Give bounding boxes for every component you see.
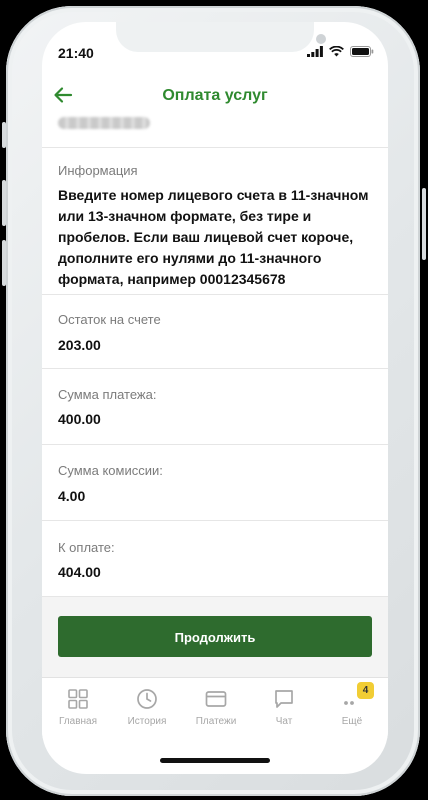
signal-icon xyxy=(307,46,323,57)
app-screen: 21:40 Оплата услуг Информация Введите но… xyxy=(42,22,388,774)
total-value: 404.00 xyxy=(58,564,101,580)
wifi-icon xyxy=(329,46,344,57)
continue-button[interactable]: Продолжить xyxy=(58,616,372,657)
balance-label: Остаток на счете xyxy=(58,312,161,327)
home-indicator xyxy=(160,758,270,763)
tab-label: История xyxy=(127,716,167,727)
tab-chat[interactable]: Чат xyxy=(249,688,319,727)
divider xyxy=(42,520,388,521)
divider xyxy=(42,444,388,445)
payment-amount-label: Сумма платежа: xyxy=(58,387,157,402)
divider xyxy=(42,294,388,295)
tab-bar: Главная История Платежи Чат 4 Ещё xyxy=(42,677,388,738)
divider xyxy=(42,368,388,369)
phone-volume-up xyxy=(2,180,6,226)
card-icon xyxy=(205,691,227,707)
tab-label: Чат xyxy=(275,716,293,727)
grid-icon xyxy=(68,689,88,709)
status-bar: 21:40 xyxy=(42,22,388,68)
info-text: Введите номер лицевого счета в 11-значно… xyxy=(58,187,369,287)
tab-more[interactable]: 4 Ещё xyxy=(317,682,387,727)
tab-label: Ещё xyxy=(341,716,363,727)
page-header: Оплата услуг xyxy=(42,80,388,116)
phone-power-button xyxy=(422,188,426,260)
status-time: 21:40 xyxy=(58,45,94,61)
chat-icon xyxy=(275,690,293,708)
battery-icon xyxy=(350,46,374,57)
tab-payments[interactable]: Платежи xyxy=(181,688,251,727)
total-label: К оплате: xyxy=(58,540,115,555)
balance-value: 203.00 xyxy=(58,337,101,353)
tab-history[interactable]: История xyxy=(112,688,182,727)
tab-home[interactable]: Главная xyxy=(43,688,113,727)
payment-amount-value: 400.00 xyxy=(58,411,101,427)
clock-icon xyxy=(137,689,157,709)
page-title: Оплата услуг xyxy=(162,87,268,104)
notification-badge: 4 xyxy=(357,682,374,699)
info-label: Информация xyxy=(58,163,138,178)
commission-label: Сумма комиссии: xyxy=(58,463,163,478)
account-number-blurred xyxy=(58,117,150,129)
commission-value: 4.00 xyxy=(58,488,86,504)
status-icons xyxy=(307,46,374,57)
phone-volume-down xyxy=(2,240,6,286)
divider xyxy=(42,147,388,148)
tab-label: Главная xyxy=(58,716,98,727)
phone-side-button xyxy=(2,122,6,148)
tab-label: Платежи xyxy=(195,716,237,727)
